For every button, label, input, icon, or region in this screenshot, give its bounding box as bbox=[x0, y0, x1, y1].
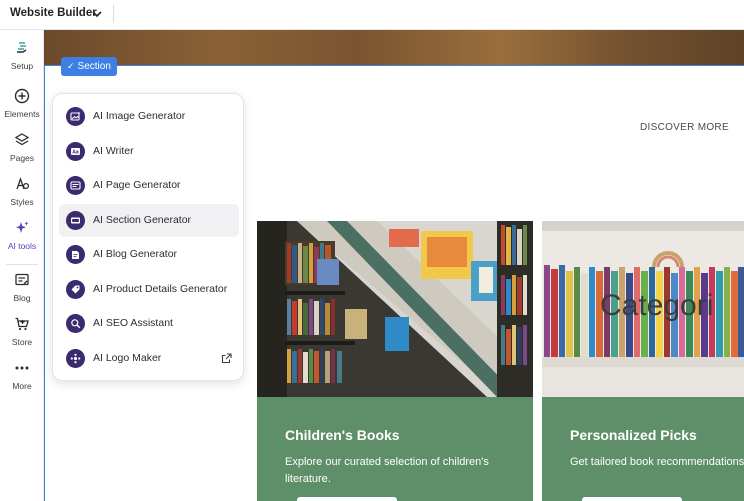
top-bar: Website Builder bbox=[0, 0, 744, 30]
top-divider bbox=[113, 5, 114, 23]
layers-icon bbox=[14, 133, 30, 146]
menu-item-ai-logo-maker[interactable]: AI Logo Maker bbox=[59, 342, 239, 375]
menu-item-ai-section-generator[interactable]: AI Section Generator bbox=[59, 204, 239, 237]
page-generator-icon bbox=[66, 176, 85, 195]
rail-label-elements: Elements bbox=[4, 109, 40, 119]
rail-label-more: More bbox=[12, 381, 32, 391]
rail-item-store[interactable]: Store bbox=[0, 316, 44, 358]
rail-item-setup[interactable]: Setup bbox=[0, 40, 44, 82]
card-button[interactable] bbox=[297, 497, 397, 501]
plus-circle-icon bbox=[14, 88, 30, 104]
sparkle-icon bbox=[16, 221, 29, 233]
rail-label-store: Store bbox=[11, 337, 33, 347]
personalized-picks-image: Categori bbox=[542, 221, 744, 397]
menu-item-label: AI Product Details Generator bbox=[93, 283, 228, 295]
card-childrens-books[interactable]: Children's Books Explore our curated sel… bbox=[257, 221, 533, 501]
menu-item-ai-product-details-generator[interactable]: AI Product Details Generator bbox=[59, 273, 239, 306]
rail-item-elements[interactable]: Elements bbox=[0, 88, 44, 130]
card-body: Personalized Picks Get tailored book rec… bbox=[542, 397, 744, 501]
childrens-books-image bbox=[257, 221, 533, 397]
card-title: Children's Books bbox=[285, 427, 400, 443]
blog-generator-icon bbox=[66, 245, 85, 264]
rail-label-ai-tools: AI tools bbox=[7, 241, 37, 251]
setup-icon bbox=[17, 42, 27, 53]
card-button[interactable] bbox=[582, 497, 682, 501]
menu-item-label: AI Page Generator bbox=[93, 179, 181, 191]
rail-item-blog[interactable]: Blog bbox=[0, 272, 44, 314]
menu-item-ai-writer[interactable]: Aa AI Writer bbox=[59, 135, 239, 168]
menu-item-label: AI Writer bbox=[93, 145, 134, 157]
card-description: Get tailored book recommendations for yo… bbox=[570, 456, 744, 468]
ai-tools-menu: AI Image Generator Aa AI Writer AI Page … bbox=[52, 93, 244, 381]
menu-item-label: AI Section Generator bbox=[93, 214, 192, 226]
section-generator-icon bbox=[66, 211, 85, 230]
section-badge[interactable]: ✓ Section bbox=[61, 57, 117, 76]
styles-icon bbox=[16, 177, 30, 190]
chevron-down-icon[interactable] bbox=[91, 8, 103, 20]
rail-label-styles: Styles bbox=[10, 197, 34, 207]
rail-item-styles[interactable]: Styles bbox=[0, 176, 44, 218]
hero-image-strip bbox=[44, 30, 744, 66]
rail-label-setup: Setup bbox=[10, 61, 34, 71]
discover-more-link[interactable]: DISCOVER MORE bbox=[640, 122, 729, 133]
section-badge-label: Section bbox=[77, 61, 111, 72]
card-personalized-picks[interactable]: Categori Personalized Picks Get tailored… bbox=[542, 221, 744, 501]
category-overlay-text: Categori bbox=[600, 289, 714, 322]
image-generator-icon bbox=[66, 107, 85, 126]
writer-icon: Aa bbox=[66, 142, 85, 161]
rail-item-more[interactable]: More bbox=[0, 360, 44, 402]
external-link-icon[interactable] bbox=[221, 353, 232, 364]
rail-item-ai-tools[interactable]: AI tools bbox=[0, 220, 44, 262]
card-title: Personalized Picks bbox=[570, 427, 697, 443]
menu-item-ai-page-generator[interactable]: AI Page Generator bbox=[59, 169, 239, 202]
blog-icon bbox=[15, 273, 29, 286]
seo-assistant-icon bbox=[66, 314, 85, 333]
rail-separator bbox=[6, 264, 38, 265]
check-icon: ✓ bbox=[67, 61, 75, 71]
logo-maker-icon bbox=[66, 349, 85, 368]
more-icon bbox=[15, 366, 29, 370]
menu-item-label: AI Logo Maker bbox=[93, 352, 162, 364]
app-root: Website Builder Setup Elements Pages Sty… bbox=[0, 0, 744, 501]
card-description: Explore our curated selection of childre… bbox=[285, 456, 489, 485]
svg-text:Aa: Aa bbox=[72, 150, 79, 156]
rail-item-pages[interactable]: Pages bbox=[0, 132, 44, 174]
menu-item-ai-blog-generator[interactable]: AI Blog Generator bbox=[59, 238, 239, 271]
menu-item-label: AI SEO Assistant bbox=[93, 317, 173, 329]
cart-icon bbox=[15, 317, 29, 331]
rail-label-pages: Pages bbox=[9, 153, 35, 163]
menu-item-label: AI Blog Generator bbox=[93, 248, 178, 260]
menu-item-ai-image-generator[interactable]: AI Image Generator bbox=[59, 100, 239, 133]
menu-item-ai-seo-assistant[interactable]: AI SEO Assistant bbox=[59, 307, 239, 340]
product-details-icon bbox=[66, 280, 85, 299]
app-title[interactable]: Website Builder bbox=[10, 7, 97, 19]
rail-label-blog: Blog bbox=[13, 293, 31, 303]
card-body: Children's Books Explore our curated sel… bbox=[257, 397, 533, 501]
menu-item-label: AI Image Generator bbox=[93, 110, 186, 122]
left-rail: Setup Elements Pages Styles AI tools Blo… bbox=[0, 30, 44, 501]
